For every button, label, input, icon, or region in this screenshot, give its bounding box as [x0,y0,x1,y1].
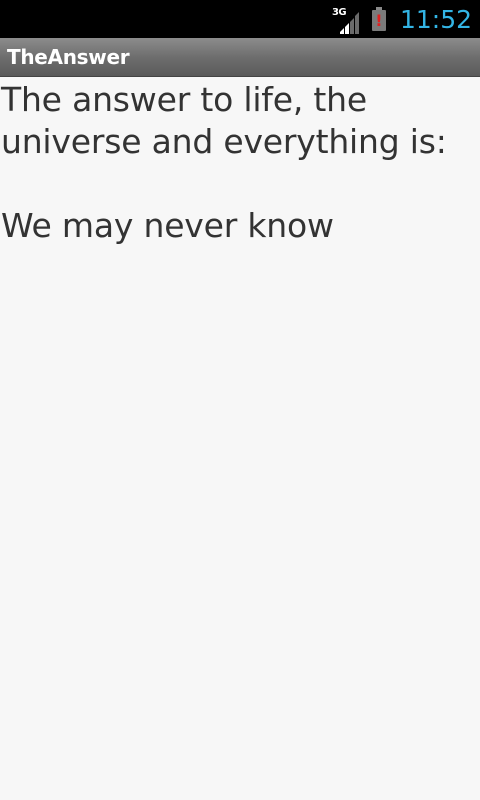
status-bar: 3G ! 11:52 [0,0,480,38]
app-title: TheAnswer [7,45,130,69]
signal-bars-graphic [339,12,359,34]
signal-bars-icon: 3G [332,4,362,34]
status-icons: 3G ! 11:52 [332,0,472,38]
answer-text: The answer to life, the universe and eve… [1,80,447,245]
battery-alert-symbol: ! [375,11,383,30]
status-clock: 11:52 [399,4,472,34]
main-content: The answer to life, the universe and eve… [0,77,480,800]
battery-alert-icon: ! [371,7,386,31]
title-bar: TheAnswer [0,38,480,77]
